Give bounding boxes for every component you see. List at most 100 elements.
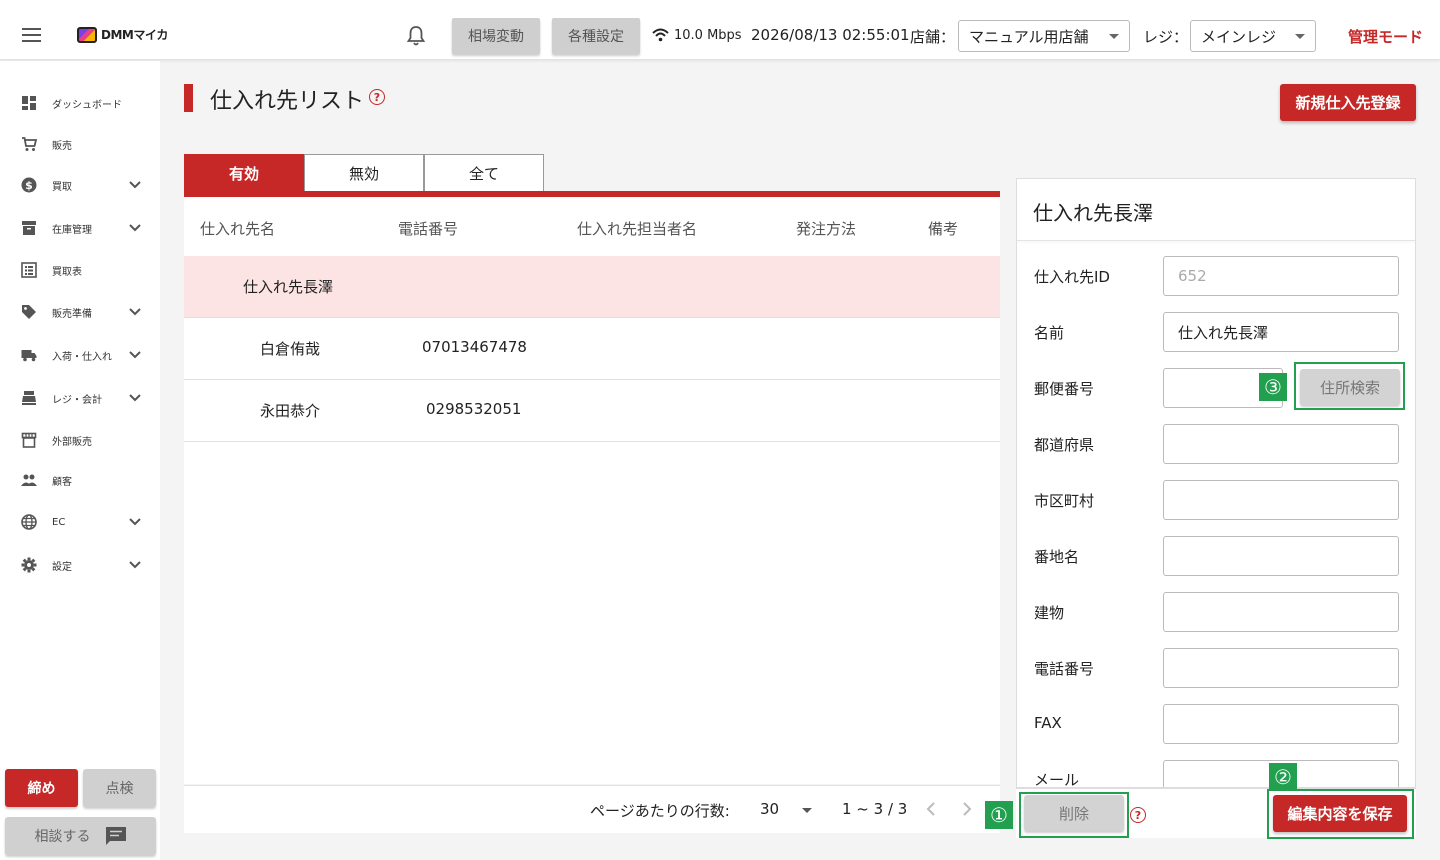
table-row[interactable]: 永田恭介 0298532051 [184, 380, 1000, 442]
chevron-down-icon [129, 308, 141, 316]
sidebar-item-label: 設定 [52, 561, 72, 573]
row-name: 仕入れ先長澤 [243, 278, 334, 296]
register-select[interactable]: メインレジ [1190, 20, 1316, 52]
store-select-value: マニュアル用店舗 [969, 27, 1089, 46]
sidebar-item-receiving[interactable]: 入荷・仕入れ [0, 337, 160, 373]
archive-icon [22, 221, 36, 235]
store-icon [21, 432, 37, 448]
sidebar-item-sales[interactable]: 販売 [0, 126, 160, 162]
pagination: ページあたりの行数: 30 1 ~ 3 / 3 [184, 785, 1000, 833]
title-accent-bar [184, 84, 193, 112]
field-label: 建物 [1034, 604, 1065, 622]
column-header-order-method[interactable]: 発注方法 [796, 218, 856, 239]
street-field[interactable] [1163, 536, 1399, 576]
field-label: メール [1034, 771, 1080, 788]
sidebar-item-label: EC [52, 516, 66, 528]
field-label: 都道府県 [1034, 436, 1095, 454]
new-supplier-button[interactable]: 新規仕入先登録 [1280, 84, 1416, 121]
column-header-phone[interactable]: 電話番号 [398, 218, 458, 239]
column-header-contact[interactable]: 仕入れ先担当者名 [577, 218, 697, 239]
tab-active[interactable]: 有効 [184, 154, 304, 191]
network-speed: 10.0 Mbps [674, 28, 742, 43]
sidebar-item-label: 入荷・仕入れ [52, 351, 112, 363]
chevron-down-icon [129, 394, 141, 402]
rows-per-page-select[interactable]: 30 [752, 794, 816, 826]
tab-inactive[interactable]: 無効 [304, 154, 424, 191]
annotation-box-2 [1267, 789, 1414, 839]
chevron-right-icon[interactable] [962, 802, 972, 816]
wifi-icon [652, 28, 669, 42]
city-field[interactable] [1163, 480, 1399, 520]
sidebar-item-register[interactable]: レジ・会計 [0, 380, 160, 416]
sidebar-item-settings[interactable]: 設定 [0, 547, 160, 583]
fax-field[interactable] [1163, 704, 1399, 744]
sidebar: ダッシュボード 販売 $ 買取 在庫管理 買取表 販売準備 入荷・仕入れ レジ・… [0, 61, 160, 860]
sidebar-item-purchase[interactable]: $ 買取 [0, 167, 160, 203]
sidebar-item-label: 販売準備 [52, 308, 92, 320]
phone-field[interactable] [1163, 648, 1399, 688]
top-header: DMMマイカ 相場変動 各種設定 10.0 Mbps 2026/08/13 02… [0, 0, 1440, 60]
chevron-left-icon[interactable] [926, 802, 936, 816]
annotation-badge-1: ① [985, 801, 1013, 829]
prefecture-field[interactable] [1163, 424, 1399, 464]
truck-icon [21, 350, 37, 362]
sidebar-item-customers[interactable]: 顧客 [0, 462, 160, 498]
tab-all[interactable]: 全て [424, 154, 544, 191]
bell-icon[interactable] [406, 25, 426, 47]
panel-divider [1017, 240, 1415, 241]
annotation-box-3 [1294, 362, 1405, 410]
table-row-selected[interactable]: 仕入れ先長澤 [184, 256, 1000, 318]
sidebar-item-dashboard[interactable]: ダッシュボード [0, 85, 160, 121]
row-name: 永田恭介 [260, 402, 321, 420]
column-header-name[interactable]: 仕入れ先名 [200, 218, 275, 239]
sidebar-item-label: ダッシュボード [52, 99, 122, 111]
current-datetime: 2026/08/13 02:55:01 [751, 26, 910, 44]
field-label: FAX [1034, 714, 1062, 732]
market-change-button[interactable]: 相場変動 [452, 18, 540, 54]
building-field[interactable] [1163, 592, 1399, 632]
sidebar-item-purchase-table[interactable]: 買取表 [0, 252, 160, 288]
sidebar-item-sales-prep[interactable]: 販売準備 [0, 294, 160, 330]
column-header-notes[interactable]: 備考 [928, 218, 958, 239]
close-register-button[interactable]: 締め [5, 769, 78, 807]
panel-title: 仕入れ先長澤 [1033, 201, 1153, 225]
page-range: 1 ~ 3 / 3 [842, 800, 908, 818]
dashboard-icon [22, 96, 36, 110]
table-row[interactable]: 白倉侑哉 07013467478 [184, 318, 1000, 380]
store-select[interactable]: マニュアル用店舗 [958, 20, 1130, 52]
chevron-down-icon [129, 518, 141, 526]
field-label: 市区町村 [1034, 492, 1095, 510]
logo[interactable]: DMMマイカ [77, 26, 168, 43]
sidebar-item-label: 販売 [52, 140, 72, 152]
globe-icon [21, 514, 37, 530]
sidebar-item-inventory[interactable]: 在庫管理 [0, 210, 160, 246]
rows-per-page-label: ページあたりの行数: [590, 802, 730, 820]
sidebar-item-ec[interactable]: EC [0, 504, 160, 540]
chevron-down-icon [129, 561, 141, 569]
consult-button[interactable]: 相談する [5, 817, 156, 855]
cart-icon [22, 137, 37, 151]
rows-per-page-value: 30 [760, 800, 780, 818]
help-icon[interactable]: ? [1130, 807, 1146, 823]
gear-icon [21, 557, 37, 573]
field-label: 郵便番号 [1034, 380, 1095, 398]
check-button[interactable]: 点検 [83, 769, 156, 807]
supplier-id-field: 652 [1163, 256, 1399, 296]
sidebar-item-label: 外部販売 [52, 436, 92, 448]
chevron-down-icon [129, 181, 141, 189]
name-field[interactable]: 仕入れ先長澤 [1163, 312, 1399, 352]
admin-mode-link[interactable]: 管理モード [1348, 26, 1423, 47]
page-title: 仕入れ先リスト [210, 89, 365, 114]
sidebar-item-label: 在庫管理 [52, 224, 92, 236]
settings-button[interactable]: 各種設定 [552, 18, 640, 54]
row-phone: 0298532051 [426, 400, 522, 418]
menu-icon[interactable] [22, 28, 41, 42]
caret-down-icon [802, 808, 812, 813]
dollar-icon: $ [21, 177, 37, 193]
supplier-detail-panel: 仕入れ先長澤 仕入れ先ID 652 名前 仕入れ先長澤 郵便番号 住所検索 都道… [1016, 178, 1416, 788]
field-label: 電話番号 [1034, 660, 1095, 678]
consult-button-label: 相談する [34, 829, 91, 845]
sidebar-item-label: 顧客 [52, 476, 72, 488]
sidebar-item-external-sales[interactable]: 外部販売 [0, 422, 160, 458]
help-icon[interactable]: ? [369, 89, 385, 105]
